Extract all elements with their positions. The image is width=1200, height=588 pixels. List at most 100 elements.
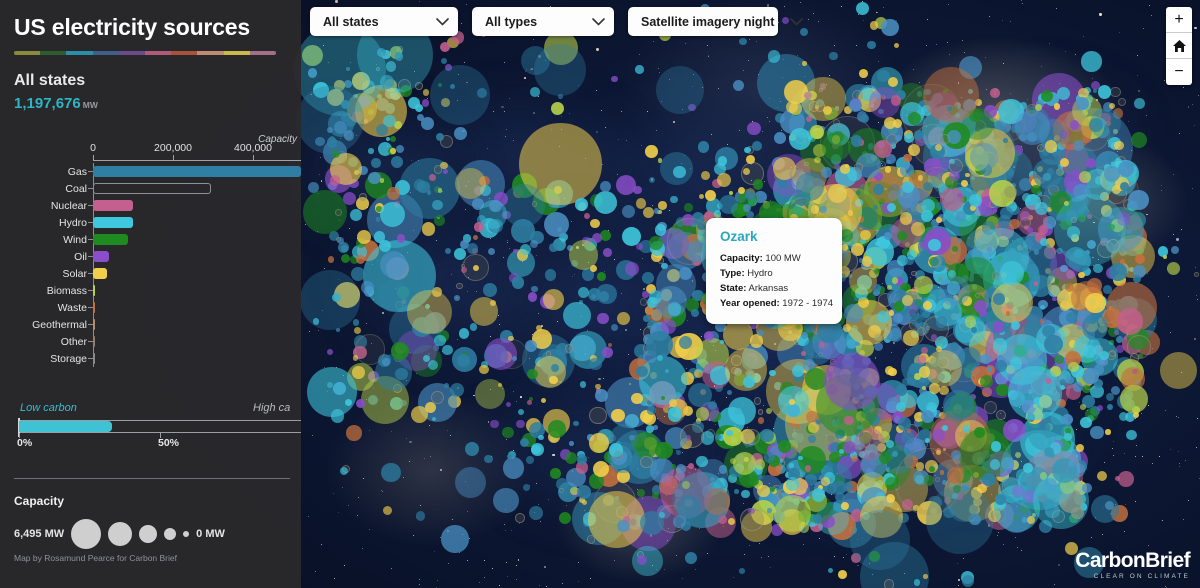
power-plant-bubble[interactable] [746, 121, 761, 136]
power-plant-bubble[interactable] [1044, 140, 1058, 153]
power-plant-bubble[interactable] [541, 398, 547, 404]
power-plant-bubble[interactable] [611, 75, 618, 83]
power-plant-bubble[interactable] [368, 148, 374, 154]
power-plant-bubble[interactable] [855, 2, 869, 16]
power-plant-bubble[interactable] [1038, 224, 1049, 235]
power-plant-bubble[interactable] [598, 291, 610, 302]
power-plant-bubble[interactable] [897, 230, 908, 241]
power-plant-bubble[interactable] [757, 417, 765, 424]
power-plant-bubble[interactable] [811, 488, 826, 502]
power-plant-bubble[interactable] [534, 355, 567, 388]
power-plant-bubble[interactable] [1031, 184, 1041, 195]
power-plant-bubble[interactable] [1105, 393, 1114, 402]
power-plant-bubble[interactable] [849, 266, 878, 295]
power-plant-bubble[interactable] [911, 270, 917, 277]
chart-bar[interactable] [93, 353, 95, 364]
power-plant-bubble[interactable] [804, 465, 812, 472]
power-plant-bubble[interactable] [531, 286, 538, 293]
power-plant-bubble[interactable] [343, 191, 357, 205]
power-plant-bubble[interactable] [754, 459, 766, 470]
power-plant-bubble[interactable] [728, 190, 733, 196]
chart-bar-row[interactable]: Oil [0, 248, 301, 265]
power-plant-bubble[interactable] [390, 148, 396, 154]
power-plant-bubble[interactable] [841, 502, 849, 510]
power-plant-bubble[interactable] [867, 40, 876, 50]
power-plant-bubble[interactable] [1053, 103, 1061, 110]
power-plant-bubble[interactable] [647, 406, 656, 415]
power-plant-bubble[interactable] [543, 212, 569, 238]
power-plant-bubble[interactable] [926, 486, 994, 554]
power-plant-bubble[interactable] [737, 186, 745, 194]
power-plant-bubble[interactable] [957, 238, 963, 243]
power-plant-bubble[interactable] [974, 292, 980, 298]
power-plant-bubble[interactable] [516, 419, 525, 429]
power-plant-bubble[interactable] [922, 310, 930, 319]
power-plant-bubble[interactable] [872, 183, 884, 195]
power-plant-bubble[interactable] [838, 569, 847, 579]
power-plant-bubble[interactable] [895, 384, 908, 396]
power-plant-bubble[interactable] [658, 201, 667, 210]
power-plant-bubble[interactable] [844, 163, 850, 168]
power-plant-bubble[interactable] [474, 222, 484, 232]
power-plant-bubble[interactable] [502, 426, 514, 439]
state-filter-dropdown[interactable]: All states [310, 7, 458, 36]
power-plant-bubble[interactable] [678, 335, 692, 349]
power-plant-bubble[interactable] [1054, 355, 1064, 365]
power-plant-bubble[interactable] [493, 487, 519, 514]
power-plant-bubble[interactable] [1064, 282, 1074, 292]
power-plant-bubble[interactable] [744, 147, 751, 154]
power-plant-bubble[interactable] [695, 455, 708, 468]
power-plant-bubble[interactable] [723, 320, 753, 350]
power-plant-bubble[interactable] [714, 434, 721, 441]
power-plant-bubble[interactable] [993, 293, 1005, 305]
power-plant-bubble[interactable] [883, 579, 895, 588]
chart-bar-row[interactable]: Solar [0, 265, 301, 282]
power-plant-bubble[interactable] [873, 139, 892, 158]
power-plant-bubble[interactable] [657, 158, 663, 163]
power-plant-bubble[interactable] [433, 165, 442, 174]
power-plant-bubble[interactable] [679, 423, 705, 448]
power-plant-bubble[interactable] [1130, 132, 1147, 149]
power-plant-bubble[interactable] [635, 198, 647, 209]
power-plant-bubble[interactable] [676, 450, 682, 456]
power-plant-bubble[interactable] [1099, 350, 1109, 360]
power-plant-bubble[interactable] [669, 398, 677, 407]
power-plant-bubble[interactable] [396, 144, 405, 153]
power-plant-bubble[interactable] [1097, 470, 1107, 481]
power-plant-bubble[interactable] [565, 344, 574, 353]
power-plant-bubble[interactable] [326, 349, 334, 356]
power-plant-bubble[interactable] [350, 209, 363, 222]
power-plant-bubble[interactable] [1159, 351, 1198, 389]
power-plant-bubble[interactable] [962, 425, 971, 433]
power-plant-bubble[interactable] [482, 282, 497, 297]
power-plant-bubble[interactable] [970, 326, 977, 333]
type-filter-dropdown[interactable]: All types [472, 7, 614, 36]
power-plant-bubble[interactable] [327, 256, 334, 263]
chart-bar[interactable] [93, 234, 128, 245]
power-plant-bubble[interactable] [965, 228, 997, 260]
power-plant-bubble[interactable] [531, 443, 544, 456]
chart-bar-row[interactable]: Wind [0, 231, 301, 248]
power-plant-bubble[interactable] [745, 155, 755, 164]
power-plant-bubble[interactable] [990, 441, 1002, 452]
zoom-in-button[interactable]: + [1166, 7, 1192, 33]
power-plant-bubble[interactable] [778, 179, 787, 189]
power-plant-bubble[interactable] [600, 180, 611, 192]
power-plant-bubble[interactable] [869, 21, 879, 30]
chart-bar[interactable] [93, 302, 95, 313]
power-plant-bubble[interactable] [1080, 404, 1086, 410]
power-plant-bubble[interactable] [484, 454, 493, 464]
power-plant-bubble[interactable] [484, 338, 517, 371]
power-plant-bubble[interactable] [639, 297, 648, 306]
power-plant-bubble[interactable] [773, 131, 786, 144]
power-plant-bubble[interactable] [859, 113, 870, 124]
power-plant-bubble[interactable] [885, 440, 894, 449]
power-plant-bubble[interactable] [1128, 189, 1149, 211]
power-plant-bubble[interactable] [489, 200, 502, 213]
power-plant-bubble[interactable] [578, 286, 590, 298]
power-plant-bubble[interactable] [472, 234, 479, 241]
power-plant-bubble[interactable] [1118, 98, 1127, 107]
power-plant-bubble[interactable] [778, 439, 792, 453]
power-plant-bubble[interactable] [529, 505, 543, 520]
power-plant-bubble[interactable] [992, 271, 1002, 281]
